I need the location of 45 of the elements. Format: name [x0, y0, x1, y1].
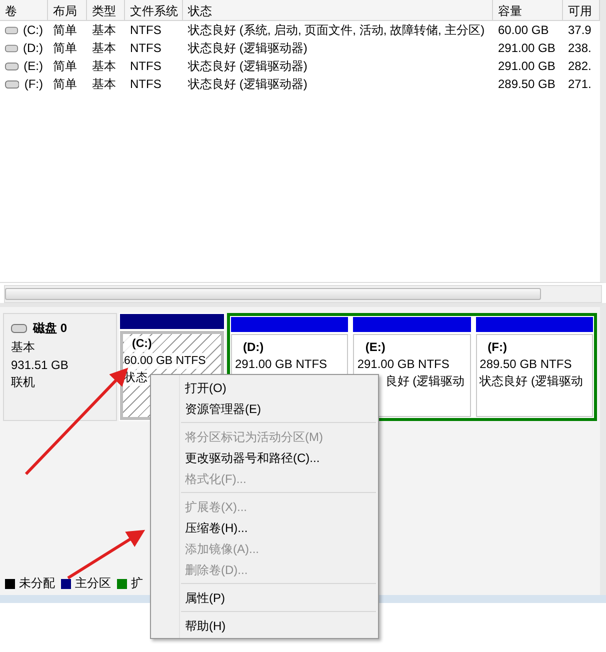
- table-cell: 状态良好 (逻辑驱动器): [188, 76, 308, 92]
- table-cell: NTFS: [130, 41, 162, 55]
- table-cell: 282.: [568, 59, 592, 73]
- partition-status: 状态良好 (逻辑驱动: [480, 373, 583, 389]
- table-cell: (F:): [24, 77, 43, 91]
- legend-label: 主分区: [75, 575, 111, 592]
- table-cell: 简单: [53, 58, 77, 74]
- table-cell: 状态良好 (逻辑驱动器): [188, 40, 308, 56]
- table-cell: 291.00 GB: [498, 41, 556, 55]
- table-cell: 基本: [92, 76, 116, 92]
- disk-name: 磁盘 0: [33, 320, 68, 337]
- table-cell: NTFS: [130, 23, 162, 37]
- table-cell: 简单: [53, 76, 77, 92]
- table-cell: (E:): [24, 59, 43, 73]
- table-cell: 简单: [53, 40, 77, 56]
- table-cell: 271.: [568, 77, 592, 91]
- disk-type: 基本: [11, 339, 36, 356]
- table-cell: 60.00 GB: [498, 23, 549, 37]
- table-cell: NTFS: [130, 77, 162, 91]
- partition-status: 良好 (逻辑驱动: [384, 373, 465, 389]
- partition-size: 291.00 GB NTFS: [235, 356, 328, 372]
- table-cell: 状态良好 (系统, 启动, 页面文件, 活动, 故障转储, 主分区): [188, 22, 485, 38]
- table-cell: NTFS: [130, 59, 162, 73]
- partition-label: (E:): [364, 339, 386, 355]
- disk-size: 931.51 GB: [11, 358, 70, 372]
- legend-label: 未分配: [19, 575, 55, 592]
- table-cell: (D:): [23, 41, 43, 55]
- table-cell: 基本: [92, 40, 116, 56]
- partition-size: 60.00 GB NTFS: [124, 353, 206, 369]
- table-cell: 37.9: [568, 23, 592, 37]
- partition-label: (D:): [242, 339, 264, 355]
- table-cell: 简单: [53, 22, 77, 38]
- table-cell: 基本: [92, 58, 116, 74]
- legend-label: 扩: [131, 575, 143, 592]
- disk-status: 联机: [11, 374, 36, 391]
- table-cell: 状态良好 (逻辑驱动器): [188, 58, 308, 74]
- partition-label: (C:): [124, 336, 152, 352]
- table-cell: 291.00 GB: [498, 59, 556, 73]
- partition-size: 291.00 GB NTFS: [357, 356, 450, 372]
- table-cell: 基本: [92, 22, 116, 38]
- partition-size: 289.50 GB NTFS: [480, 356, 572, 372]
- table-cell: (C:): [23, 23, 43, 37]
- table-cell: 238.: [568, 41, 592, 55]
- table-cell: 289.50 GB: [498, 77, 556, 91]
- partition-label: (F:): [486, 339, 507, 355]
